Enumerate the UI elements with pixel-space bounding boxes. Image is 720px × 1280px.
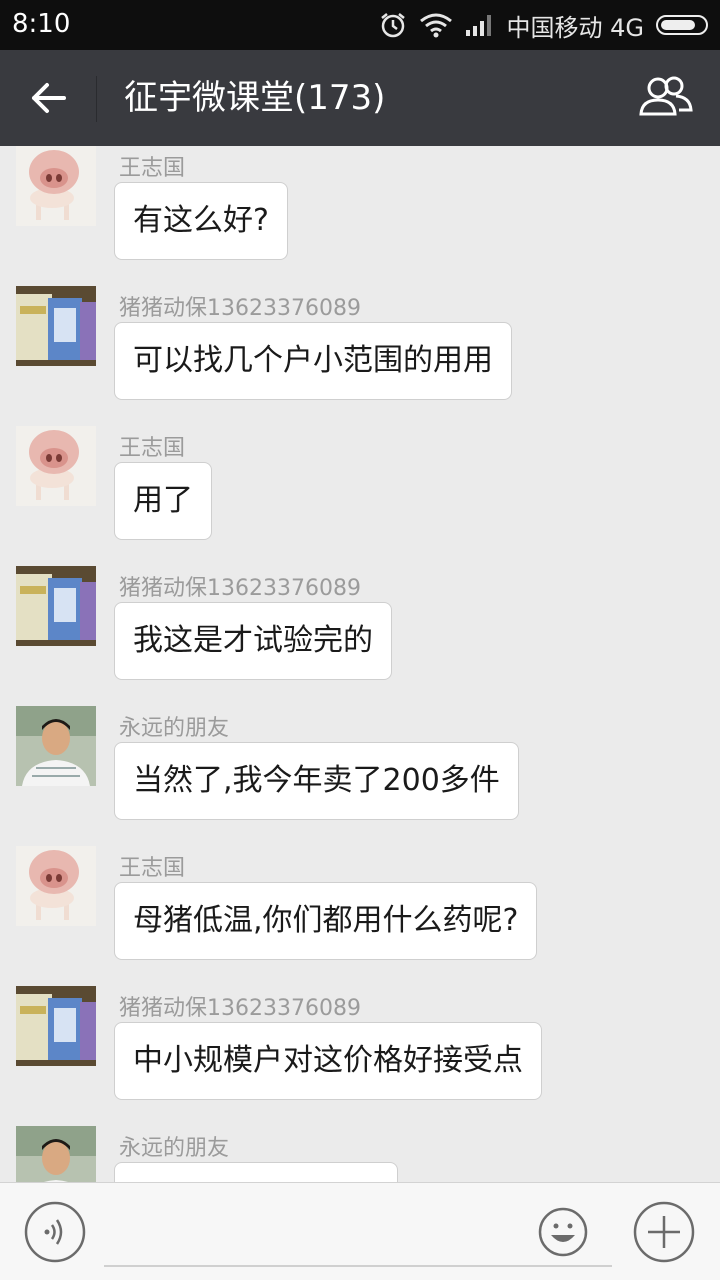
pig-avatar[interactable] xyxy=(16,846,96,926)
sender-name: 王志国 xyxy=(119,156,186,181)
message-item: 永远的朋友 xyxy=(0,1126,720,1182)
status-time: 8:10 xyxy=(12,9,71,39)
more-button[interactable] xyxy=(633,1201,695,1263)
message-item: 王志国 用了 xyxy=(0,426,720,566)
arrow-left-icon xyxy=(32,83,66,113)
message-bubble[interactable]: 当然了,我今年卖了200多件 xyxy=(114,742,519,820)
group-members-icon xyxy=(639,76,693,116)
emoji-icon xyxy=(538,1207,588,1257)
message-bubble[interactable]: 用了 xyxy=(114,462,212,540)
voice-icon xyxy=(24,1201,86,1263)
sender-name: 猪猪动保13623376089 xyxy=(119,576,361,601)
wifi-icon xyxy=(419,13,452,38)
input-bar xyxy=(0,1182,720,1280)
pig-avatar[interactable] xyxy=(16,426,96,506)
man-photo-avatar[interactable] xyxy=(16,706,96,786)
alarm-icon xyxy=(380,13,405,38)
sender-name: 猪猪动保13623376089 xyxy=(119,296,361,321)
sender-name: 永远的朋友 xyxy=(119,716,230,741)
message-bubble[interactable]: 中小规模户对这价格好接受点 xyxy=(114,1022,542,1100)
message-item: 王志国 有这么好? xyxy=(0,146,720,286)
status-right-group: 中国移动 4G xyxy=(379,0,708,50)
carrier-label: 中国移动 4G xyxy=(506,13,645,42)
message-input[interactable] xyxy=(104,1201,612,1267)
message-bubble[interactable]: 我这是才试验完的 xyxy=(114,602,392,680)
back-button[interactable] xyxy=(20,70,76,126)
battery-icon xyxy=(656,15,708,35)
message-bubble[interactable]: 母猪低温,你们都用什么药呢? xyxy=(114,882,538,960)
message-bubble[interactable] xyxy=(114,1162,398,1182)
man-photo-avatar[interactable] xyxy=(16,1126,96,1182)
product-bags-avatar[interactable] xyxy=(16,286,96,366)
message-item: 永远的朋友 当然了,我今年卖了200多件 xyxy=(0,706,720,846)
sender-name: 猪猪动保13623376089 xyxy=(119,996,361,1021)
sender-name: 王志国 xyxy=(119,856,186,881)
chat-title: 征宇微课堂(173) xyxy=(124,78,386,118)
message-bubble[interactable]: 有这么好? xyxy=(114,182,288,260)
message-bubble[interactable]: 可以找几个户小范围的用用 xyxy=(114,322,512,400)
title-bar: 征宇微课堂(173) xyxy=(0,50,720,146)
pig-avatar[interactable] xyxy=(16,146,96,226)
plus-icon xyxy=(633,1201,695,1263)
message-item: 猪猪动保13623376089 中小规模户对这价格好接受点 xyxy=(0,986,720,1126)
sender-name: 永远的朋友 xyxy=(119,1136,230,1161)
signal-icon xyxy=(465,15,491,36)
product-bags-avatar[interactable] xyxy=(16,566,96,646)
chat-message-list[interactable]: 王志国 有这么好? 猪猪动保13623376089 可以找几个户小范围的用用 王… xyxy=(0,146,720,1182)
message-item: 王志国 母猪低温,你们都用什么药呢? xyxy=(0,846,720,986)
message-item: 猪猪动保13623376089 我这是才试验完的 xyxy=(0,566,720,706)
voice-button[interactable] xyxy=(24,1201,86,1263)
sender-name: 王志国 xyxy=(119,436,186,461)
message-item: 猪猪动保13623376089 可以找几个户小范围的用用 xyxy=(0,286,720,426)
group-members-button[interactable] xyxy=(636,72,696,124)
emoji-button[interactable] xyxy=(538,1207,588,1257)
product-bags-avatar[interactable] xyxy=(16,986,96,1066)
status-bar: 8:10 中国移动 4G xyxy=(0,0,720,50)
title-divider xyxy=(96,76,97,122)
